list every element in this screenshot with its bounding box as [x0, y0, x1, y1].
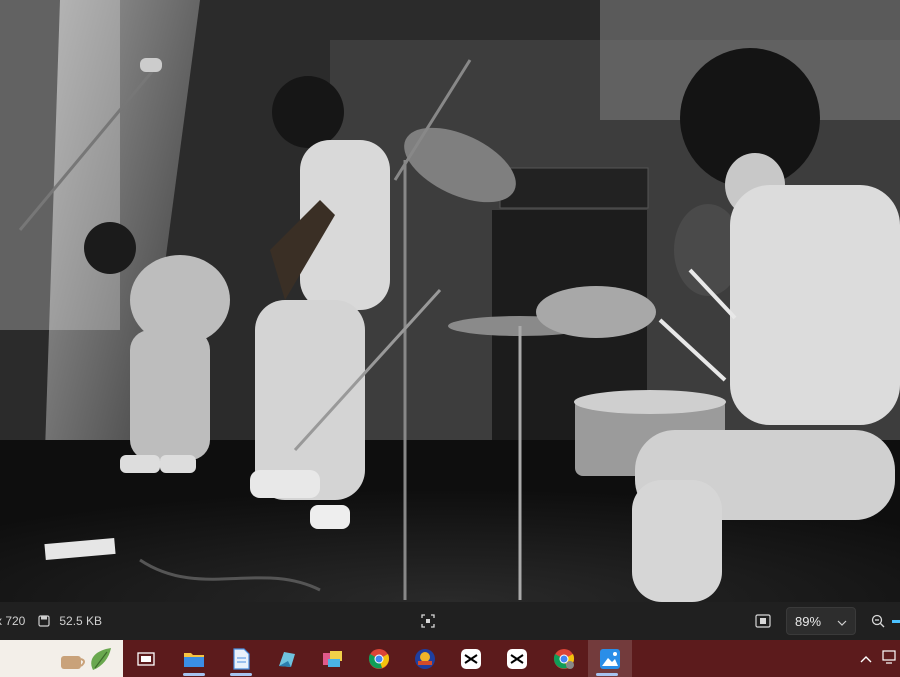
image-dimensions: x 720 [0, 614, 26, 628]
document-icon [233, 647, 250, 670]
focus-frame-button[interactable] [416, 610, 440, 632]
chrome-profile-icon [553, 648, 575, 669]
capcut-icon [507, 648, 527, 669]
frame-icon [421, 614, 435, 628]
notepad-button[interactable] [222, 640, 260, 677]
chevron-up-icon[interactable] [860, 651, 872, 666]
viewer-status-bar: x 720 52.5 KB 89% [0, 602, 900, 640]
photo-canvas [0, 0, 900, 602]
photos-viewer-icon [600, 648, 620, 669]
chrome-icon [368, 648, 390, 669]
folder-icon [184, 652, 204, 667]
chrome-2-button[interactable] [545, 640, 583, 677]
photos-app-button[interactable] [268, 640, 306, 677]
file-explorer-button[interactable] [175, 640, 213, 677]
task-view-icon [137, 651, 155, 666]
widgets-button[interactable] [0, 640, 123, 677]
system-tray [860, 640, 900, 677]
capcut-button[interactable] [452, 640, 490, 677]
app-circle-icon [415, 648, 435, 669]
fit-icon [755, 614, 771, 628]
photos-viewer-button[interactable] [588, 640, 632, 677]
zoom-level-dropdown[interactable]: 89% [786, 607, 856, 635]
fit-to-window-button[interactable] [750, 609, 776, 633]
circle-app-button[interactable] [406, 640, 444, 677]
windows-taskbar [0, 640, 900, 677]
save-icon [37, 614, 51, 628]
concert-photo [0, 0, 900, 602]
task-view-button[interactable] [127, 640, 165, 677]
media-app-button[interactable] [314, 640, 352, 677]
media-icon [323, 650, 342, 667]
capcut-icon [461, 648, 481, 669]
capcut-2-button[interactable] [498, 640, 536, 677]
tea-weather-icon [61, 647, 111, 670]
file-size: 52.5 KB [59, 614, 103, 628]
zoom-out-button[interactable] [866, 609, 890, 633]
zoom-slider[interactable] [892, 619, 900, 623]
chrome-button[interactable] [360, 640, 398, 677]
photos-icon [279, 651, 295, 667]
chevron-down-icon [837, 614, 847, 629]
network-icon[interactable] [882, 650, 898, 667]
zoom-level-value: 89% [795, 613, 822, 629]
zoom-out-icon [871, 614, 885, 628]
